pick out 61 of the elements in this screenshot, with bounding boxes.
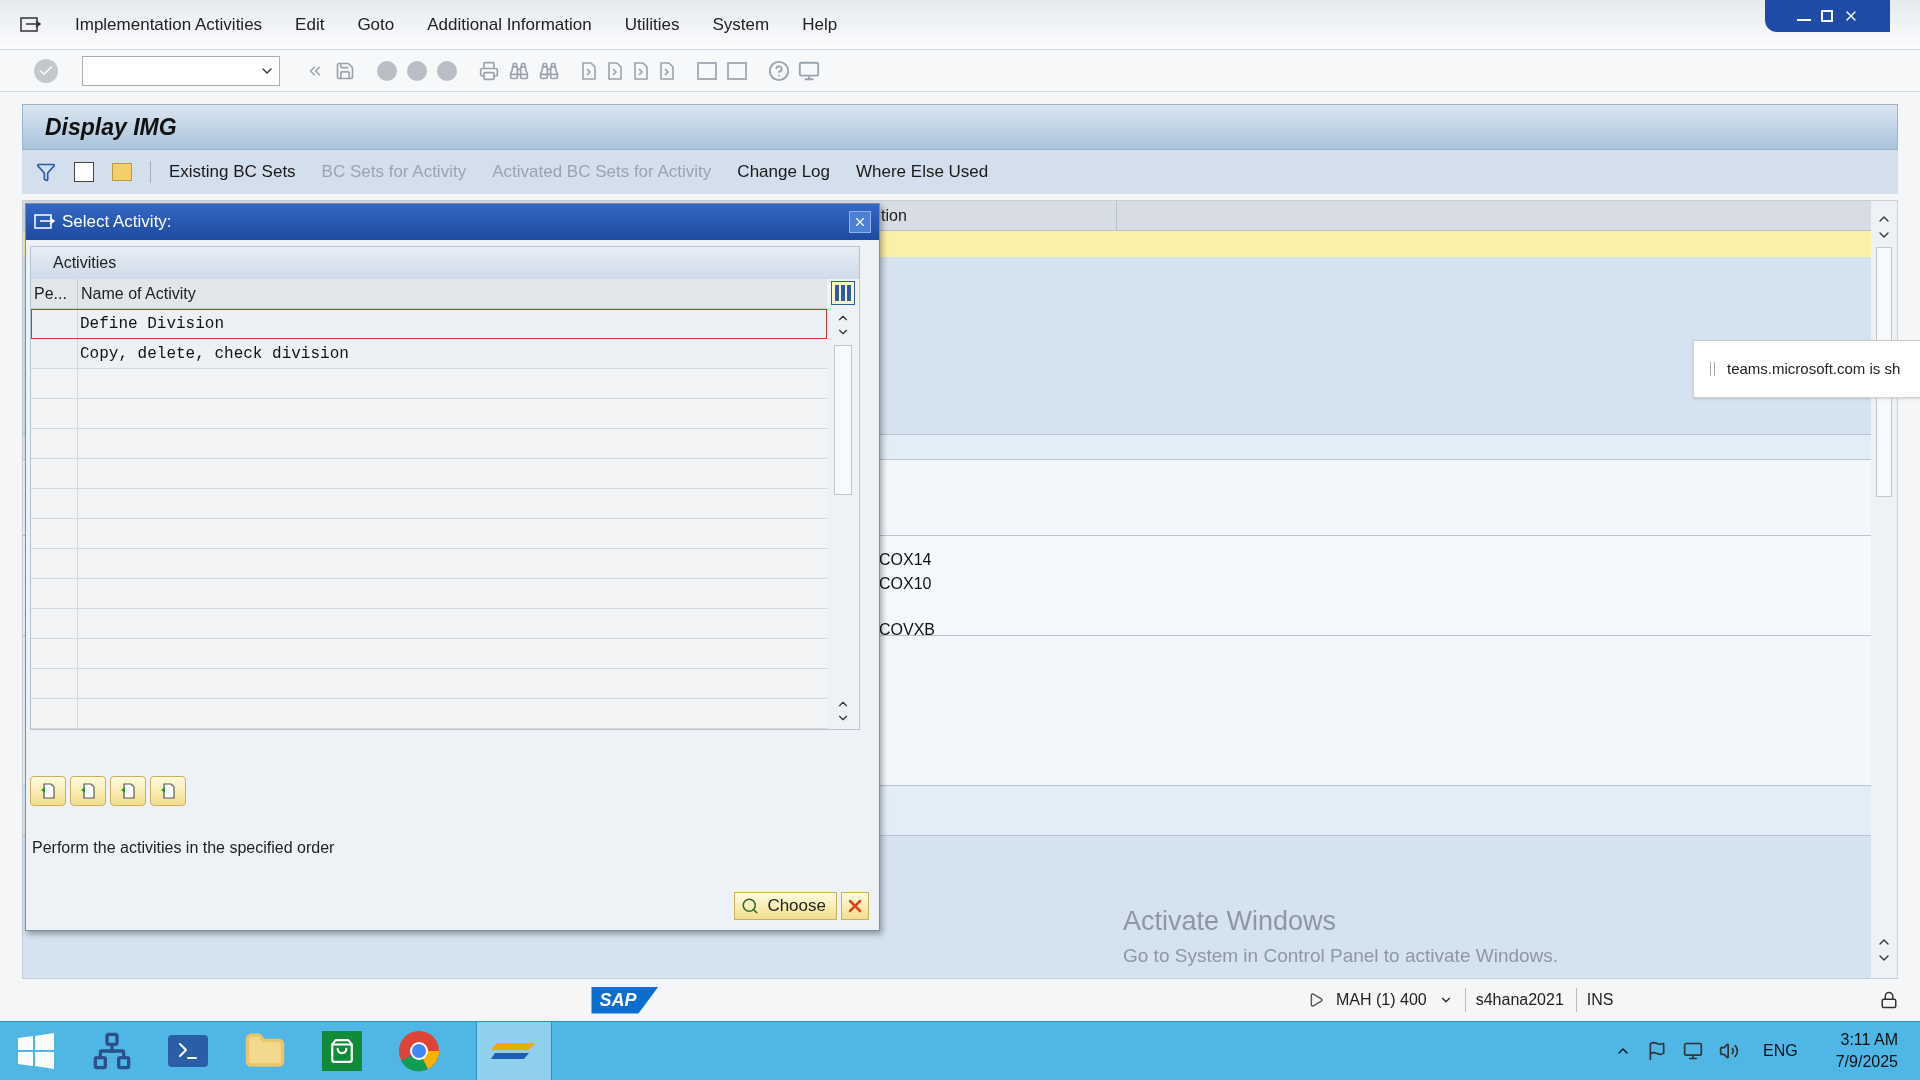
move-last-button[interactable] [150,776,186,806]
toolbar-button[interactable]: Change Log [737,159,830,185]
dialog-title: Select Activity: [62,211,173,234]
store-icon[interactable] [322,1031,362,1071]
volume-icon[interactable] [1719,1041,1740,1061]
sap-logo: SAP [591,986,659,1014]
start-icon[interactable] [16,1033,56,1069]
clock-date[interactable]: 7/9/2025 [1835,1051,1898,1073]
menu-item[interactable]: System [712,11,770,38]
browser-icon[interactable] [398,1030,440,1072]
menu-item[interactable]: Additional Information [427,11,592,38]
toolbar-button[interactable]: Existing BC Sets [169,159,296,185]
lock-icon[interactable] [1880,991,1898,1009]
section-title: Activities [53,253,117,273]
cancel-button[interactable] [841,892,869,920]
command-field[interactable] [82,55,280,86]
move-up-button[interactable] [70,776,106,806]
menu-item[interactable]: Help [802,11,838,38]
search-icon [741,897,760,915]
hint-text: Perform the activities in the specified order [32,838,336,858]
sap-logon-icon[interactable] [476,1022,552,1080]
table-row[interactable]: Copy, delete, check division [31,339,827,369]
activity-name[interactable]: Define Division [78,309,225,338]
scrollbar-thumb[interactable] [834,345,852,495]
notification-text: teams.microsoft.com is sh [1727,358,1901,379]
table-cell-text: COVXB [879,620,936,640]
menu-item[interactable]: Implementation Activities [75,11,263,38]
minimize-icon[interactable] [1796,19,1811,21]
table-row[interactable]: Define Division [31,309,827,339]
close-button[interactable] [849,211,871,233]
terminal-icon[interactable] [168,1035,208,1067]
play-icon[interactable] [1308,992,1324,1008]
menu-item[interactable]: Utilities [624,11,680,38]
menu-item[interactable]: Goto [357,11,395,38]
table-cell-text: COX10 [879,574,933,594]
screen-title: Display IMG [45,112,177,142]
move-down-button[interactable] [110,776,146,806]
dialog-icon [34,213,56,231]
clock-time[interactable]: 3:11 AM [1840,1029,1898,1051]
drag-handle-icon[interactable] [1710,362,1715,376]
column-header[interactable]: Pe... [31,279,78,308]
server-name: s4hana2021 [1464,988,1564,1012]
input-mode: INS [1575,988,1614,1012]
activation-text: Go to System in Control Panel to activate Windows. [1123,943,1559,968]
language-indicator[interactable]: ENG [1763,1039,1798,1063]
document-icon[interactable] [74,162,94,182]
menu-item[interactable]: Edit [295,11,325,38]
restore-icon[interactable] [1820,10,1833,22]
menu-icon[interactable] [20,15,42,34]
close-icon [853,215,867,229]
toolbar-button[interactable]: Where Else Used [856,159,989,185]
activity-name[interactable]: Copy, delete, check division [78,339,349,368]
session-info[interactable]: MAH (1) 400 [1336,988,1427,1012]
move-first-button[interactable] [30,776,66,806]
column-settings-icon[interactable] [831,281,855,305]
column-header[interactable]: tion [881,203,907,228]
flag-icon[interactable] [1647,1041,1668,1061]
table-cell-text: COX14 [879,550,933,570]
column-header[interactable]: Name of Activity [78,279,827,308]
activation-title: Activate Windows [1123,905,1337,938]
choose-button[interactable]: Choose [734,892,837,920]
